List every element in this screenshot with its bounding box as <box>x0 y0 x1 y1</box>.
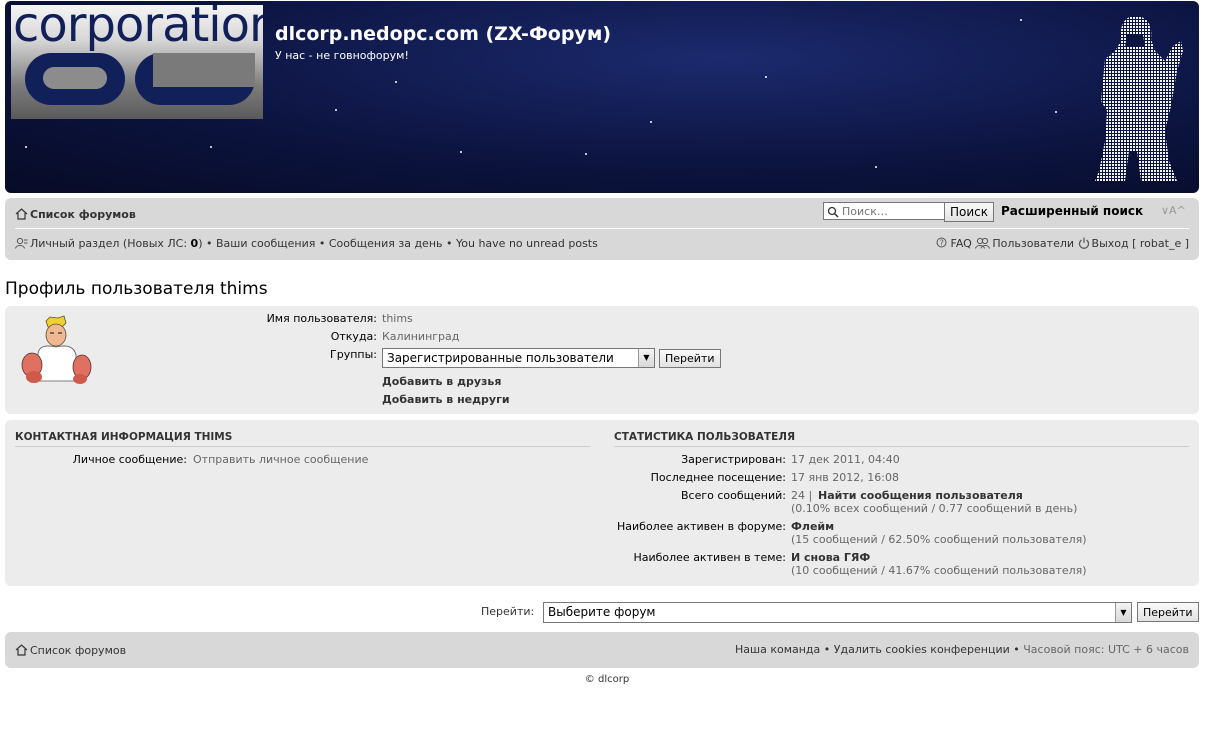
posts-percent: (0.10% всех сообщений / 0.77 сообщений в… <box>791 502 1078 515</box>
divider <box>15 228 1189 229</box>
avatar <box>21 315 92 384</box>
search-button[interactable]: Поиск <box>944 202 995 222</box>
groups-select[interactable]: Зарегистрированные пользователи ▼ <box>382 348 655 368</box>
site-description: У нас - не говнофорум! <box>275 49 409 62</box>
location-label: Откуда: <box>330 330 377 343</box>
location-value: Калининград <box>382 330 460 343</box>
contact-title: КОНТАКТНАЯ ИНФОРМАЦИЯ THIMS <box>15 431 233 443</box>
footer-links: Наша команда • Удалить cookies конференц… <box>735 643 1189 656</box>
registered-value: 17 дек 2011, 04:40 <box>791 453 900 466</box>
right-links: ? FAQ Пользователи Выход [ robat_e ] <box>936 237 1189 250</box>
footer-forum-index-link[interactable]: Список форумов <box>15 644 126 657</box>
search-input[interactable] <box>823 202 957 220</box>
forum-index-label: Список форумов <box>30 208 136 221</box>
home-icon <box>15 208 28 220</box>
search-box <box>823 202 957 220</box>
ucp-link[interactable]: Личный раздел <box>30 237 119 250</box>
timezone: Часовой пояс: UTC + 6 часов <box>1023 643 1189 656</box>
footer-navbar: Список форумов Наша команда • Удалить co… <box>5 632 1199 668</box>
groups-label: Группы: <box>330 348 377 361</box>
active-topic-detail: (10 сообщений / 41.67% сообщений пользов… <box>791 564 1087 577</box>
total-posts-value: 24 | <box>791 489 813 502</box>
active-forum-label: Наиболее активен в форуме: <box>617 520 786 533</box>
active-forum-link[interactable]: Флейм <box>791 520 834 533</box>
unread-posts-link[interactable]: You have no unread posts <box>456 237 598 250</box>
darth-vader-image <box>1095 16 1183 181</box>
active-topic-link[interactable]: И снова ГЯФ <box>791 551 870 564</box>
send-pm-link[interactable]: Отправить личное сообщение <box>193 453 368 466</box>
add-friend-link[interactable]: Добавить в друзья <box>382 375 501 388</box>
stats-title: СТАТИСТИКА ПОЛЬЗОВАТЕЛЯ <box>614 431 796 443</box>
members-link[interactable]: Пользователи <box>992 237 1074 250</box>
search-icon <box>827 206 839 218</box>
faq-link[interactable]: FAQ <box>951 237 972 250</box>
username-value: thims <box>382 312 413 325</box>
team-link[interactable]: Наша команда <box>735 643 820 656</box>
profile-panel: Имя пользователя: thims Откуда: Калининг… <box>5 306 1199 414</box>
footer-forum-index-label: Список форумов <box>30 644 127 657</box>
site-logo[interactable]: corporation <box>11 5 263 119</box>
logout-icon <box>1078 237 1089 249</box>
last-visit-label: Последнее посещение: <box>650 471 786 484</box>
jumpbox-select[interactable]: Выберите форум ▼ <box>543 602 1132 623</box>
jumpbox-label: Перейти: <box>481 605 535 618</box>
new-pm-prefix: (Новых ЛС: <box>122 237 191 250</box>
jumpbox-selected: Выберите форум <box>548 605 656 619</box>
page-title: Профиль пользователя thims <box>5 279 268 299</box>
chevron-down-icon: ▼ <box>638 349 654 367</box>
registered-label: Зарегистрирован: <box>681 453 786 466</box>
members-icon <box>975 237 991 249</box>
pm-label: Личное сообщение: <box>72 453 187 466</box>
ucp-icon <box>15 237 28 249</box>
your-posts-link[interactable]: Ваши сообщения <box>216 237 315 250</box>
last-visit-value: 17 янв 2012, 16:08 <box>791 471 899 484</box>
active-topic-label: Наиболее активен в теме: <box>633 551 786 564</box>
forum-index-link[interactable]: Список форумов <box>15 208 136 221</box>
dl-logo-icon <box>25 53 255 105</box>
add-foe-link[interactable]: Добавить в недруги <box>382 393 510 406</box>
active-forum-detail: (15 сообщений / 62.50% сообщений пользов… <box>791 533 1087 546</box>
chevron-down-icon: ▼ <box>1115 603 1131 622</box>
jumpbox-go-button[interactable]: Перейти <box>1137 602 1199 622</box>
groups-go-button[interactable]: Перейти <box>659 349 721 368</box>
faq-icon: ? <box>936 237 947 248</box>
site-title: dlcorp.nedopc.com (ZX-Форум) <box>275 23 612 45</box>
divider <box>15 446 590 447</box>
divider <box>614 446 1189 447</box>
svg-text:?: ? <box>939 239 943 248</box>
copyright: © dlcorp <box>584 674 630 685</box>
active-posts-link[interactable]: Сообщения за день <box>329 237 443 250</box>
total-posts-label: Всего сообщений: <box>681 489 786 502</box>
info-panel: КОНТАКТНАЯ ИНФОРМАЦИЯ THIMS Личное сообщ… <box>5 420 1199 586</box>
advanced-search-link[interactable]: Расширенный поиск <box>1001 204 1143 218</box>
font-size-change[interactable]: ∨A^ <box>1161 204 1186 217</box>
navbar: Список форумов Поиск Расширенный поиск ∨… <box>5 198 1199 260</box>
site-header: corporation dlcorp.nedopc.com (ZX-Форум)… <box>5 1 1199 193</box>
new-pm-suffix: ) <box>198 237 203 250</box>
logout-username: [ robat_e ] <box>1132 237 1189 250</box>
home-icon <box>15 644 28 656</box>
groups-selected: Зарегистрированные пользователи <box>387 351 614 365</box>
find-posts-link[interactable]: Найти сообщения пользователя <box>818 489 1023 502</box>
logo-text: corporation <box>13 5 263 53</box>
username-label: Имя пользователя: <box>266 312 377 325</box>
logout-link[interactable]: Выход <box>1092 237 1129 250</box>
user-links: Личный раздел (Новых ЛС: 0) • Ваши сообщ… <box>15 237 598 250</box>
delete-cookies-link[interactable]: Удалить cookies конференции <box>834 643 1010 656</box>
